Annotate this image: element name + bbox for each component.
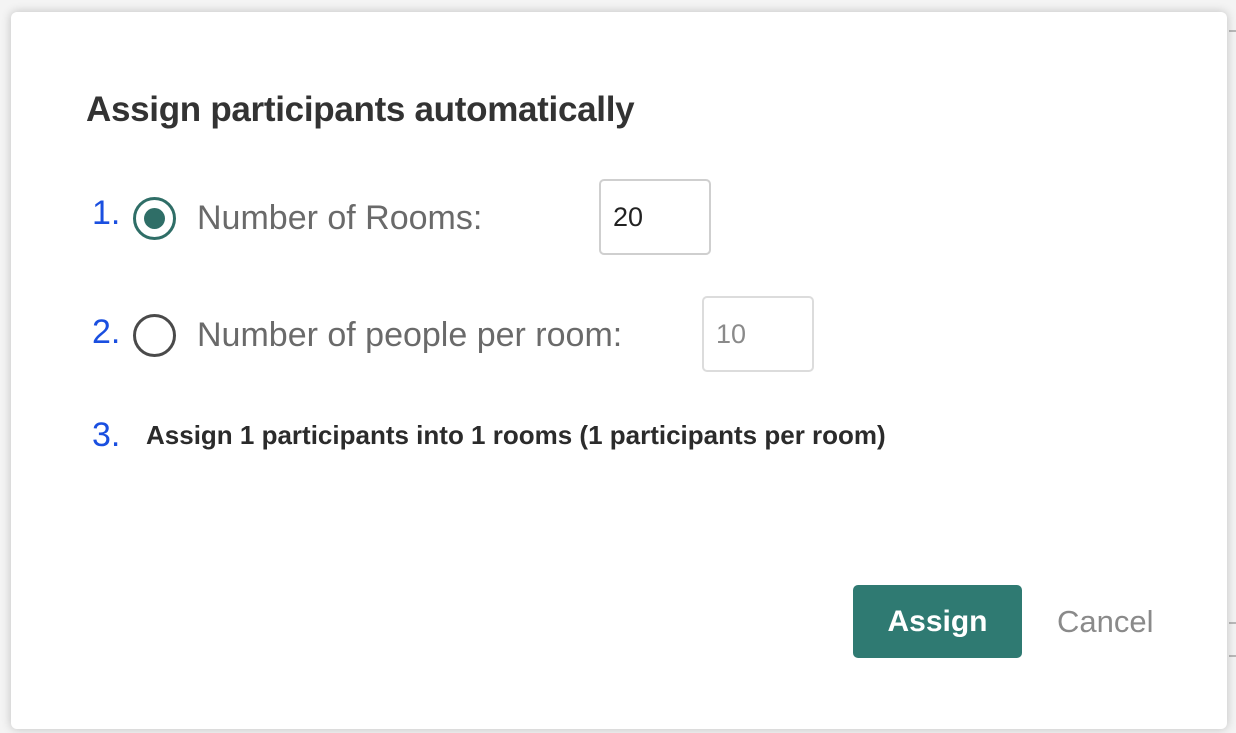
rooms-radio-button[interactable] bbox=[133, 197, 176, 240]
people-per-room-option-label: Number of people per room: bbox=[197, 316, 623, 354]
assignment-summary: Assign 1 participants into 1 rooms (1 pa… bbox=[146, 420, 886, 450]
background-line bbox=[1229, 655, 1236, 657]
rooms-option-label: Number of Rooms: bbox=[197, 199, 483, 237]
people-per-room-input[interactable] bbox=[702, 296, 814, 372]
rooms-count-input[interactable] bbox=[599, 179, 711, 255]
cancel-button[interactable]: Cancel bbox=[1057, 585, 1167, 658]
dialog-title: Assign participants automatically bbox=[86, 90, 635, 129]
people-per-room-radio-button[interactable] bbox=[133, 314, 176, 357]
background-line bbox=[1229, 622, 1236, 624]
assign-button[interactable]: Assign bbox=[853, 585, 1022, 658]
assign-participants-dialog: Assign participants automatically 1. Num… bbox=[11, 12, 1227, 729]
step-number-1: 1. bbox=[92, 194, 121, 232]
background-line bbox=[1229, 30, 1236, 32]
step-number-2: 2. bbox=[92, 313, 121, 351]
step-number-3: 3. bbox=[92, 416, 121, 454]
